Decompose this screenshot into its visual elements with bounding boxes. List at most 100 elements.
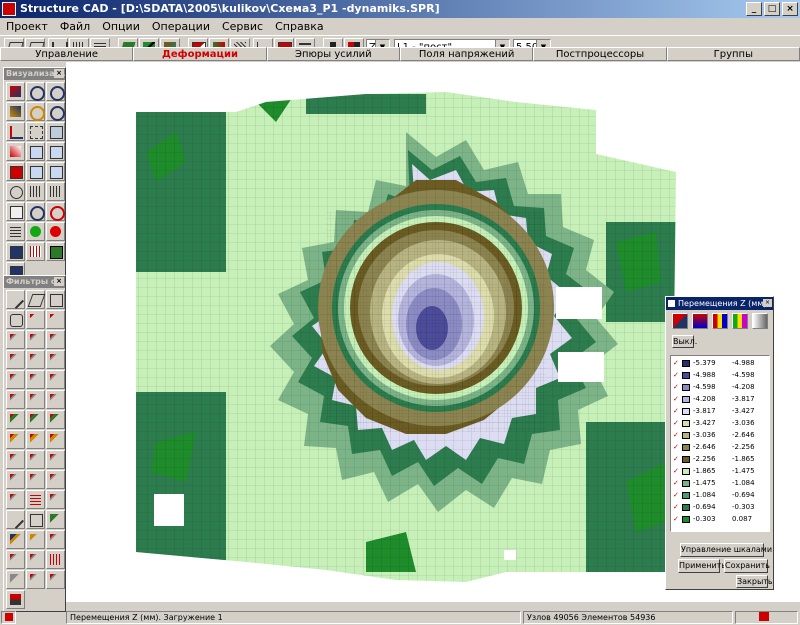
filter-e1-button[interactable]	[6, 410, 25, 429]
tab-stress-fields[interactable]: Поля напряжений	[399, 47, 534, 61]
palette-red-blue-button[interactable]	[672, 313, 688, 329]
filter-f3-button[interactable]	[46, 430, 65, 449]
filter-k3-button[interactable]	[46, 530, 65, 549]
persp-view-button[interactable]	[46, 162, 65, 181]
tab-control[interactable]: Управление	[0, 47, 134, 61]
filter-j2-button[interactable]	[26, 510, 45, 529]
tab-deformations[interactable]: Деформации	[133, 47, 267, 61]
filter-link-button[interactable]	[26, 310, 45, 329]
filter-solid-button[interactable]	[46, 290, 65, 309]
palette-header[interactable]: Визуализац... ×	[4, 68, 65, 80]
filter-b1-button[interactable]	[6, 350, 25, 369]
filter-spring-button[interactable]	[6, 310, 25, 329]
tab-groups[interactable]: Группы	[666, 47, 800, 61]
filter-i2-button[interactable]	[26, 490, 45, 509]
filter-h3-button[interactable]	[46, 470, 65, 489]
palette-rainbow-button[interactable]	[712, 313, 728, 329]
scale-row[interactable]: ✓ -1.084 -0.694	[671, 490, 769, 501]
filter-i3-button[interactable]	[46, 490, 65, 509]
filter-k1-button[interactable]	[6, 530, 25, 549]
filter-l1-button[interactable]	[6, 550, 25, 569]
close-button[interactable]: ×	[782, 2, 798, 16]
filter-e2-button[interactable]	[26, 410, 45, 429]
filter-cross-button[interactable]	[46, 310, 65, 329]
scale-row[interactable]: ✓ -4.598 -4.208	[671, 382, 769, 393]
minimize-button[interactable]: _	[746, 2, 762, 16]
maximize-button[interactable]: □	[764, 2, 780, 16]
layer-button[interactable]	[6, 222, 25, 241]
apply-button[interactable]: Применить	[678, 559, 726, 573]
filter-l3-button[interactable]	[46, 550, 65, 569]
filter-d2-button[interactable]	[26, 390, 45, 409]
red-dot-button[interactable]	[46, 222, 65, 241]
spin-left-button[interactable]	[26, 102, 45, 121]
scale-row[interactable]: ✓ -2.646 -2.256	[671, 442, 769, 453]
scale-row[interactable]: ✓ -4.208 -3.817	[671, 394, 769, 405]
scale-row[interactable]: ✓ -0.303 0.087	[671, 514, 769, 525]
legend-titlebar[interactable]: Перемещения Z (мм) ×	[666, 297, 773, 310]
filter-m3-button[interactable]	[46, 570, 65, 589]
palette-multi-button[interactable]	[732, 313, 748, 329]
scale-row[interactable]: ✓ -0.694 -0.303	[671, 502, 769, 513]
top-view-button[interactable]	[6, 162, 25, 181]
filter-k2-button[interactable]	[26, 530, 45, 549]
filter-n1-button[interactable]	[6, 590, 25, 609]
green-dot-button[interactable]	[26, 222, 45, 241]
scale-row[interactable]: ✓ -2.256 -1.865	[671, 454, 769, 465]
filter-j1-button[interactable]	[6, 510, 25, 529]
side-view-button[interactable]	[46, 142, 65, 161]
palette-header[interactable]: Фильтры от... ×	[4, 276, 65, 288]
spin-right-button[interactable]	[46, 102, 65, 121]
filter-d1-button[interactable]	[6, 390, 25, 409]
zoom-button[interactable]	[26, 202, 45, 221]
menu-file[interactable]: Файл	[54, 20, 96, 33]
filter-g2-button[interactable]	[26, 450, 45, 469]
rotate-view-button[interactable]	[6, 82, 25, 101]
axes-button[interactable]	[6, 122, 25, 141]
filter-c2-button[interactable]	[26, 370, 45, 389]
filter-b3-button[interactable]	[46, 350, 65, 369]
restore-button[interactable]	[46, 182, 65, 201]
tab-postprocessors[interactable]: Постпроцессоры	[533, 47, 667, 61]
filter-i1-button[interactable]	[6, 490, 25, 509]
filter-m1-button[interactable]	[6, 570, 25, 589]
filter-b2-button[interactable]	[26, 350, 45, 369]
zoom-out-button[interactable]	[46, 202, 65, 221]
filter-bar-button[interactable]	[6, 290, 25, 309]
filter-c3-button[interactable]	[46, 370, 65, 389]
filter-a1-button[interactable]	[6, 330, 25, 349]
scale-row[interactable]: ✓ -5.379 -4.988	[671, 358, 769, 369]
selection-button[interactable]	[46, 122, 65, 141]
close-icon[interactable]: ×	[54, 277, 64, 286]
scale-row[interactable]: ✓ -3.427 -3.036	[671, 418, 769, 429]
filter-g3-button[interactable]	[46, 450, 65, 469]
filter-f1-button[interactable]	[6, 430, 25, 449]
filter-e3-button[interactable]	[46, 410, 65, 429]
manage-scales-button[interactable]: Управление шкалами	[680, 543, 772, 557]
table-button[interactable]	[26, 242, 45, 261]
select-rect-button[interactable]	[26, 122, 45, 141]
green-grid-button[interactable]	[46, 242, 65, 261]
filter-j3-button[interactable]	[46, 510, 65, 529]
menu-operations[interactable]: Операции	[146, 20, 216, 33]
menu-help[interactable]: Справка	[269, 20, 329, 33]
palette-gray-button[interactable]	[752, 313, 768, 329]
print-button[interactable]	[6, 202, 25, 221]
rotate-z-button[interactable]	[6, 102, 25, 121]
transform-button[interactable]	[6, 142, 25, 161]
filter-f2-button[interactable]	[26, 430, 45, 449]
toggle-off-button[interactable]: Выкл.	[672, 335, 697, 348]
close-window-button[interactable]: Закрыть	[736, 575, 773, 588]
save-button[interactable]: Сохранить	[724, 559, 770, 573]
front-view-button[interactable]	[26, 142, 45, 161]
scale-row[interactable]: ✓ -1.475 -1.084	[671, 478, 769, 489]
cut-button[interactable]	[6, 182, 25, 201]
filter-d3-button[interactable]	[46, 390, 65, 409]
menu-options[interactable]: Опции	[96, 20, 146, 33]
tab-force-diagrams[interactable]: Эпюры усилий	[266, 47, 400, 61]
scale-row[interactable]: ✓ -1.865 -1.475	[671, 466, 769, 477]
filter-a2-button[interactable]	[26, 330, 45, 349]
fragment-button[interactable]	[26, 182, 45, 201]
scale-row[interactable]: ✓ -3.817 -3.427	[671, 406, 769, 417]
rotate-x-button[interactable]	[26, 82, 45, 101]
